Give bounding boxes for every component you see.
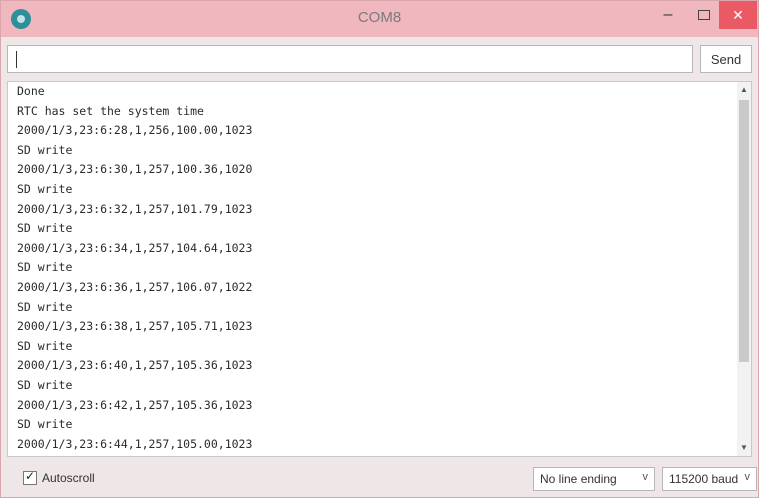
vertical-scrollbar[interactable]: ▲ ▼ [737,82,751,456]
maximize-button[interactable] [687,1,721,29]
window-title: COM8 [357,9,402,26]
line-ending-value: No line ending [540,472,617,486]
output-line: 2000/1/3,23:6:34,1,257,104.64,1023 [17,240,253,255]
output-line: SD write [17,142,73,157]
output-line: SD write [17,260,73,275]
output-line: 2000/1/3,23:6:36,1,257,106.07,1022 [17,279,253,294]
output-line: 2000/1/3,23:6:38,1,257,105.71,1023 [17,319,253,334]
title-bar[interactable]: COM8 – ✕ [1,1,758,37]
output-line: SD write [17,221,73,236]
scrollbar-thumb[interactable] [739,100,749,362]
text-caret [16,51,17,68]
status-bar: Autoscroll No line ending v 115200 baud … [1,461,758,497]
output-line: 2000/1/3,23:6:28,1,256,100.00,1023 [17,123,253,138]
output-lines: Done RTC has set the system time 2000/1/3,… [17,82,737,454]
maximize-icon [698,10,710,20]
scroll-down-icon[interactable]: ▼ [739,443,749,453]
output-line: 2000/1/3,23:6:32,1,257,101.79,1023 [17,201,253,216]
scroll-up-icon[interactable]: ▲ [739,85,749,95]
serial-output[interactable]: Done RTC has set the system time 2000/1/3,… [7,81,752,457]
close-icon: ✕ [732,6,744,23]
autoscroll-label: Autoscroll [42,471,95,485]
output-line: SD write [17,299,73,314]
output-line: SD write [17,417,73,432]
minimize-icon: – [663,6,673,23]
send-button[interactable]: Send [700,45,752,73]
chevron-down-icon: v [642,471,649,483]
serial-input[interactable] [7,45,693,73]
send-row: Send [7,45,752,75]
close-button[interactable]: ✕ [719,1,757,29]
output-line: SD write [17,181,73,196]
line-ending-select[interactable]: No line ending v [533,467,655,491]
output-line: SD write [17,338,73,353]
baud-rate-value: 115200 baud [669,472,739,486]
autoscroll-toggle[interactable]: Autoscroll [23,469,95,485]
output-line: Done [17,84,45,98]
output-line: 2000/1/3,23:6:42,1,257,105.36,1023 [17,397,253,412]
chevron-down-icon: v [744,471,751,483]
output-line: 2000/1/3,23:6:40,1,257,105.36,1023 [17,358,253,373]
minimize-button[interactable]: – [651,1,685,29]
output-line: RTC has set the system time [17,103,204,118]
serial-monitor-window: COM8 – ✕ Send Done RTC has set the system… [0,0,759,498]
baud-rate-select[interactable]: 115200 baud v [662,467,757,491]
autoscroll-checkbox[interactable] [23,469,37,485]
output-line: SD write [17,377,73,392]
output-line: 2000/1/3,23:6:30,1,257,100.36,1020 [17,162,253,177]
output-line: 2000/1/3,23:6:44,1,257,105.00,1023 [17,436,253,451]
